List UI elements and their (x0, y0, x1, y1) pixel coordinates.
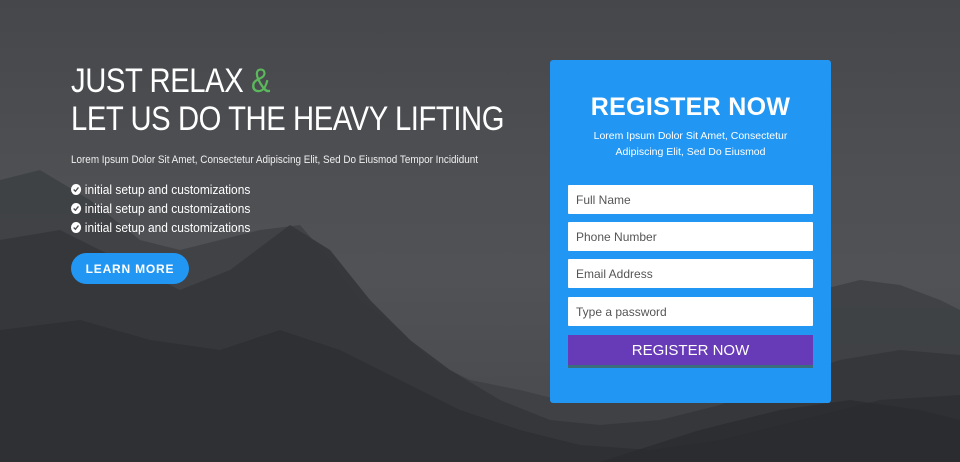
learn-more-button[interactable]: LEARN MORE (71, 253, 189, 284)
feature-label: initial setup and customizations (84, 201, 251, 216)
register-subtitle: Lorem Ipsum Dolor Sit Amet, Consectetur … (593, 130, 788, 158)
full-name-field[interactable] (568, 185, 813, 214)
register-form: REGISTER NOW Lorem Ipsum Dolor Sit Amet,… (550, 60, 831, 403)
feature-item: initial setup and customizations (71, 180, 476, 199)
register-now-button[interactable]: REGISTER NOW (568, 335, 813, 368)
password-field[interactable] (568, 297, 813, 326)
check-circle-icon (71, 184, 82, 195)
headline-line-1: JUST RELAX (71, 62, 244, 100)
check-circle-icon (71, 203, 82, 214)
feature-list: initial setup and customizations initial… (71, 180, 511, 237)
feature-item: initial setup and customizations (71, 199, 476, 218)
headline-line-2: LET US DO THE HEAVY LIFTING (71, 100, 505, 138)
headline-ampersand: & (250, 62, 271, 100)
phone-number-field[interactable] (568, 222, 813, 251)
feature-label: initial setup and customizations (84, 182, 251, 197)
hero-headline: JUST RELAX & LET US DO THE HEAVY LIFTING (71, 62, 504, 138)
feature-label: initial setup and customizations (84, 220, 251, 235)
hero-text-block: JUST RELAX & LET US DO THE HEAVY LIFTING… (71, 62, 511, 284)
email-field[interactable] (568, 259, 813, 288)
hero-subtitle: Lorem Ipsum Dolor Sit Amet, Consectetur … (71, 154, 479, 166)
feature-item: initial setup and customizations (71, 218, 476, 237)
register-title: REGISTER NOW (590, 93, 791, 121)
check-circle-icon (71, 222, 82, 233)
hero-section: JUST RELAX & LET US DO THE HEAVY LIFTING… (0, 0, 960, 462)
